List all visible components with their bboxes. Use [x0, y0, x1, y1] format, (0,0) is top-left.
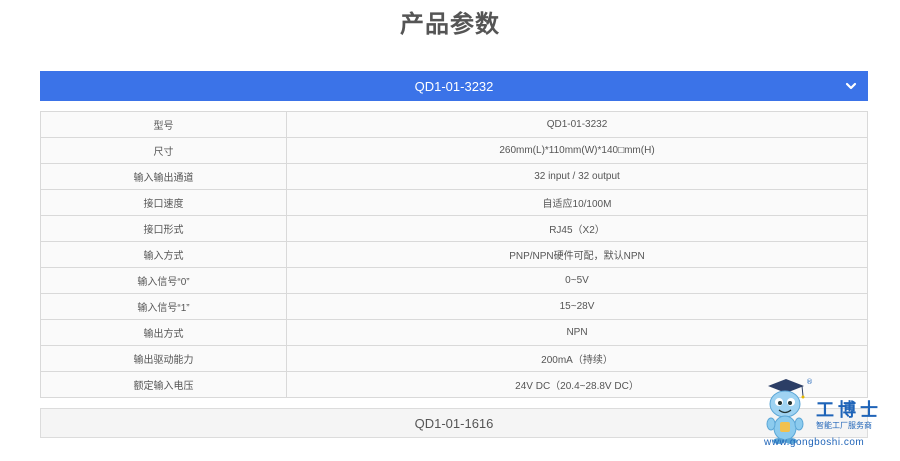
brand-logo: ® 工博士 智能工厂服务商 www.gongboshi.com	[760, 378, 890, 458]
table-row: 输入方式 PNP/NPN硬件可配，默认NPN	[40, 241, 868, 268]
spec-label: 输入信号“1”	[40, 293, 287, 320]
table-row: 输出方式 NPN	[40, 319, 868, 346]
spec-value: RJ45（X2）	[286, 215, 868, 242]
spec-label: 额定输入电压	[40, 371, 287, 398]
table-row: 额定输入电压 24V DC（20.4~28.8V DC）	[40, 371, 868, 398]
spec-label: 型号	[40, 111, 287, 138]
brand-url: www.gongboshi.com	[764, 437, 865, 448]
spec-value: QD1-01-3232	[286, 111, 868, 138]
spec-label: 输出方式	[40, 319, 287, 346]
spec-label: 尺寸	[40, 137, 287, 164]
spec-value: 32 input / 32 output	[286, 163, 868, 190]
brand-tagline: 智能工厂服务商	[816, 421, 872, 430]
chevron-down-icon[interactable]	[844, 79, 858, 93]
spec-value: NPN	[286, 319, 868, 346]
spec-label: 输入信号“0”	[40, 267, 287, 294]
registered-mark: ®	[806, 378, 813, 386]
spec-label: 输入输出通道	[40, 163, 287, 190]
table-row: 接口形式 RJ45（X2）	[40, 215, 868, 242]
spec-table: 型号 QD1-01-3232 尺寸 260mm(L)*110mm(W)*140□…	[40, 111, 868, 398]
spec-value: PNP/NPN硬件可配，默认NPN	[286, 241, 868, 268]
table-row: 型号 QD1-01-3232	[40, 111, 868, 138]
table-row: 输入信号“1” 15~28V	[40, 293, 868, 320]
table-row: 输入输出通道 32 input / 32 output	[40, 163, 868, 190]
table-row: 接口速度 自适应10/100M	[40, 189, 868, 216]
brand-name: 工博士	[816, 400, 882, 421]
spec-value: 0~5V	[286, 267, 868, 294]
accordion-title: QD1-01-1616	[414, 415, 494, 431]
spec-value: 自适应10/100M	[286, 189, 868, 216]
spec-label: 接口形式	[40, 215, 287, 242]
spec-value: 200mA（持续）	[286, 345, 868, 372]
spec-label: 输入方式	[40, 241, 287, 268]
spec-label: 输出驱动能力	[40, 345, 287, 372]
spec-value: 260mm(L)*110mm(W)*140□mm(H)	[286, 137, 868, 164]
spec-label: 接口速度	[40, 189, 287, 216]
accordion-title: QD1-01-3232	[414, 78, 494, 94]
accordion-header-qd1-01-3232[interactable]: QD1-01-3232	[40, 71, 868, 101]
table-row: 输入信号“0” 0~5V	[40, 267, 868, 294]
page-title: 产品参数	[400, 10, 500, 38]
spec-value: 15~28V	[286, 293, 868, 320]
table-row: 尺寸 260mm(L)*110mm(W)*140□mm(H)	[40, 137, 868, 164]
accordion-header-qd1-01-1616[interactable]: QD1-01-1616	[40, 408, 868, 438]
table-row: 输出驱动能力 200mA（持续）	[40, 345, 868, 372]
